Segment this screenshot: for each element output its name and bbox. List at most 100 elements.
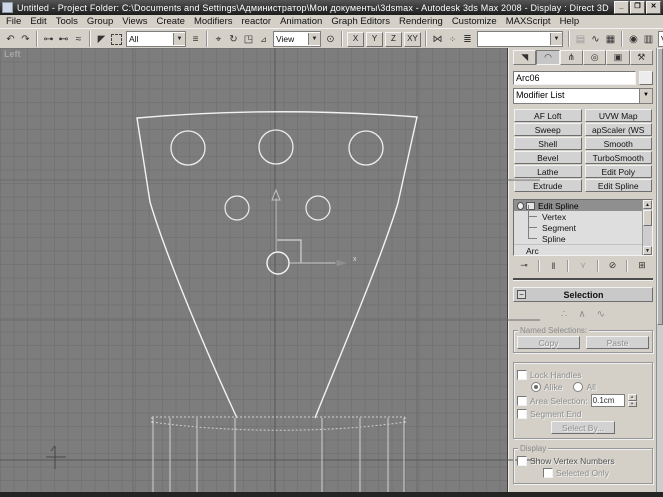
tuner-hole-circle-1[interactable] [171, 131, 205, 165]
object-color-swatch[interactable] [639, 71, 653, 85]
menu-animation[interactable]: Animation [280, 16, 322, 27]
menu-group[interactable]: Group [87, 16, 113, 27]
use-pivot-point-icon[interactable]: ⊙ [323, 32, 338, 47]
collapse-icon[interactable]: − [517, 290, 526, 299]
selected-only-checkbox[interactable]: Selected Only [543, 468, 649, 478]
menu-tools[interactable]: Tools [56, 16, 78, 27]
modifier-button-uvw-map[interactable]: UVW Map [585, 109, 653, 122]
display-tab-icon[interactable]: ▣ [606, 50, 629, 65]
select-and-link-icon[interactable]: ⊶ [41, 32, 56, 47]
select-and-scale-icon[interactable]: ◳ [241, 32, 256, 47]
spline-subobject-icon[interactable]: ∿ [597, 309, 605, 321]
area-selection-value[interactable]: 0.1cm [591, 394, 625, 407]
gizmo-x-axis-arrow[interactable] [336, 259, 349, 267]
selection-rollout-header[interactable]: − Selection [513, 287, 653, 302]
remove-modifier-icon[interactable]: ⊘ [605, 259, 621, 272]
paste-button[interactable]: Paste [586, 336, 649, 349]
selected-arc06-circle[interactable] [267, 252, 289, 274]
layer-manager-icon[interactable]: ▤ [573, 32, 588, 47]
align-icon[interactable]: ≣ [460, 32, 475, 47]
unlink-selection-icon[interactable]: ⊷ [56, 32, 71, 47]
lightbulb-icon[interactable] [517, 202, 524, 210]
menu-file[interactable]: File [6, 16, 21, 27]
xy-plane-constraint-button[interactable]: XY [404, 32, 421, 47]
curve-editor-icon[interactable]: ∿ [588, 32, 603, 47]
menu-views[interactable]: Views [122, 16, 147, 27]
make-unique-icon[interactable]: ⋎ [575, 259, 591, 272]
modifier-button-edit-spline[interactable]: Edit Spline [585, 179, 653, 192]
select-and-rotate-icon[interactable]: ↻ [226, 32, 241, 47]
restore-button[interactable]: ❐ [630, 1, 645, 14]
menu-create[interactable]: Create [156, 16, 185, 27]
schematic-view-icon[interactable]: ▦ [603, 32, 618, 47]
stack-item-arc[interactable]: Arc [514, 244, 642, 255]
menu-help[interactable]: Help [560, 16, 580, 27]
lock-handles-checkbox[interactable]: Lock Handles [517, 370, 649, 380]
undo-icon[interactable]: ↶ [3, 32, 18, 47]
menu-customize[interactable]: Customize [452, 16, 497, 27]
select-by-name-icon[interactable]: ≡ [188, 32, 203, 47]
render-setup-icon[interactable]: ▥ [641, 32, 656, 47]
viewport-canvas[interactable]: x [0, 48, 540, 492]
bind-to-space-warp-icon[interactable]: ≈ [71, 32, 86, 47]
stack-subobject-spline[interactable]: Spline [514, 233, 642, 244]
hierarchy-tab-icon[interactable]: ⋔ [560, 50, 583, 65]
x-constraint-button[interactable]: X [347, 32, 364, 47]
reference-coordinate-dropdown[interactable]: View▼ [273, 31, 321, 47]
vertex-subobject-icon[interactable]: ∴ [561, 309, 567, 321]
scroll-down-icon[interactable]: ▼ [643, 246, 652, 255]
tuner-hole-circle-3[interactable] [349, 131, 383, 165]
close-button[interactable]: ✕ [646, 1, 661, 14]
stack-scrollbar[interactable]: ▲ ▼ [642, 200, 652, 255]
menu-edit[interactable]: Edit [30, 16, 46, 27]
motion-tab-icon[interactable]: ◎ [583, 50, 606, 65]
selection-filter-dropdown[interactable]: All▼ [126, 31, 186, 47]
material-editor-icon[interactable]: ◉ [626, 32, 641, 47]
segment-subobject-icon[interactable]: ∧ [578, 309, 585, 321]
tuner-hole-circle-5[interactable] [306, 196, 330, 220]
alike-radio[interactable] [531, 382, 541, 392]
minimize-button[interactable]: _ [614, 1, 629, 14]
menu-modifiers[interactable]: Modifiers [194, 16, 233, 27]
modifier-button-turbosmooth[interactable]: TurboSmooth [585, 151, 653, 164]
panel-scroll-thumb[interactable] [657, 48, 663, 325]
modifier-button-mapscaler[interactable]: apScaler (WS [585, 123, 653, 136]
utilities-tab-icon[interactable]: ⚒ [630, 50, 653, 65]
select-and-manipulate-icon[interactable]: ⊿ [256, 32, 271, 47]
left-viewport[interactable]: Left [0, 48, 508, 492]
render-view-dropdown[interactable]: View▼ [658, 31, 663, 47]
nut-band-wireframe[interactable] [152, 417, 405, 430]
named-selection-sets-dropdown[interactable]: ▼ [477, 31, 563, 47]
show-end-result-icon[interactable]: ‖ [546, 259, 562, 272]
viewport-label[interactable]: Left [4, 49, 21, 59]
show-vertex-numbers-checkbox[interactable]: Show Vertex Numbers [517, 456, 649, 466]
select-by-button[interactable]: Select By... [551, 421, 615, 434]
menu-rendering[interactable]: Rendering [399, 16, 443, 27]
menu-maxscript[interactable]: MAXScript [506, 16, 551, 27]
z-constraint-button[interactable]: Z [385, 32, 402, 47]
scroll-thumb[interactable] [643, 210, 652, 226]
tuner-hole-circle-2[interactable] [259, 130, 293, 164]
select-object-icon[interactable]: ◤ [94, 32, 109, 47]
transform-gizmo[interactable]: x [272, 190, 357, 267]
menu-reactor[interactable]: reactor [242, 16, 272, 27]
area-selection-checkbox[interactable]: Area Selection: 0.1cm ▲▼ [517, 394, 649, 407]
y-constraint-button[interactable]: Y [366, 32, 383, 47]
segment-end-checkbox[interactable]: Segment End [517, 409, 649, 419]
copy-button[interactable]: Copy [517, 336, 580, 349]
redo-icon[interactable]: ↷ [18, 32, 33, 47]
modifier-button-smooth[interactable]: Smooth [585, 137, 653, 150]
tuner-hole-circle-4[interactable] [225, 196, 249, 220]
select-and-move-icon[interactable]: ⌖ [211, 32, 226, 47]
all-radio[interactable] [573, 382, 583, 392]
area-selection-spinner[interactable]: ▲▼ [628, 394, 637, 407]
menu-graph-editors[interactable]: Graph Editors [331, 16, 390, 27]
scroll-up-icon[interactable]: ▲ [643, 200, 652, 209]
rectangular-selection-region-icon[interactable] [109, 32, 124, 47]
string-lines[interactable] [153, 418, 404, 492]
modifier-button-edit-poly[interactable]: Edit Poly [585, 165, 653, 178]
headstock-outline-spline[interactable] [137, 112, 417, 418]
mirror-icon[interactable]: ⋈ [430, 32, 445, 47]
configure-modifier-sets-icon[interactable]: ⊞ [634, 259, 650, 272]
panel-scrollbar[interactable] [656, 48, 663, 492]
